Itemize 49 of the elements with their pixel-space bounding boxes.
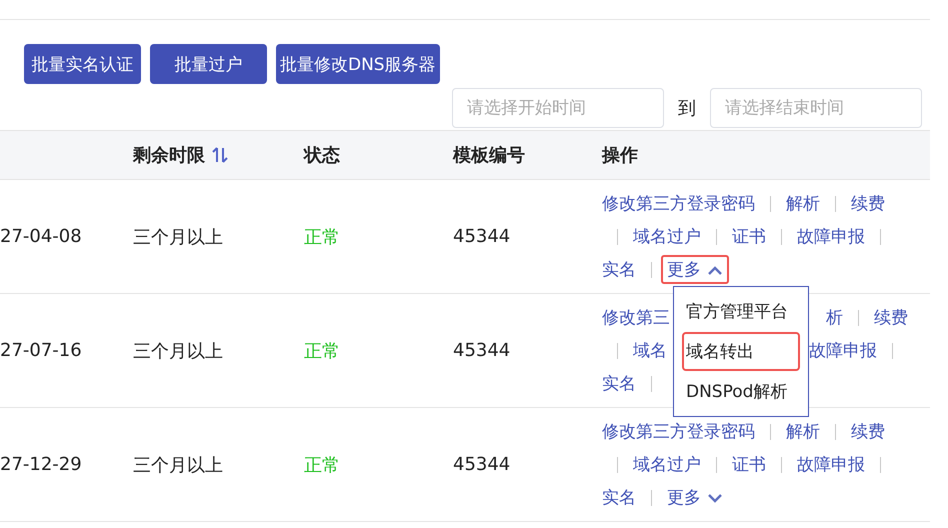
- chevron-down-icon: [707, 492, 723, 502]
- toolbar-button[interactable]: 批量过户: [150, 44, 267, 84]
- action-link[interactable]: 修改第三: [602, 306, 670, 329]
- start-date-field[interactable]: 请选择开始时间: [452, 88, 664, 128]
- action-link[interactable]: 实名: [602, 258, 636, 281]
- toolbar-button[interactable]: 批量实名认证: [24, 44, 141, 84]
- column-header: 剩余时限: [133, 144, 205, 167]
- action-link[interactable]: 域名过户: [633, 225, 701, 248]
- action-link[interactable]: 实名: [602, 486, 636, 509]
- action-link[interactable]: 续费: [851, 420, 885, 443]
- menu-item[interactable]: 官方管理平台: [682, 292, 800, 331]
- menu-item[interactable]: 域名转出: [682, 332, 800, 371]
- action-link[interactable]: 故障申报: [809, 339, 877, 362]
- range-separator: 到: [678, 97, 696, 120]
- action-link[interactable]: 域名过户: [633, 453, 701, 476]
- table-cell: 27-12-29: [0, 454, 82, 475]
- table-cell: 45344: [453, 226, 510, 247]
- action-link[interactable]: 修改第三方登录密码: [602, 420, 755, 443]
- action-link[interactable]: 修改第三方登录密码: [602, 192, 755, 215]
- table-cell: 27-04-08: [0, 226, 82, 247]
- table-cell: 三个月以上: [133, 226, 223, 248]
- action-link[interactable]: 域名: [633, 339, 667, 362]
- action-link[interactable]: 解析: [786, 420, 820, 443]
- column-header: 模板编号: [453, 144, 525, 167]
- table-cell: 45344: [453, 454, 510, 475]
- table-cell: 45344: [453, 340, 510, 361]
- toolbar-button[interactable]: 批量修改DNS服务器: [276, 44, 440, 84]
- table-cell: 三个月以上: [133, 340, 223, 362]
- action-link[interactable]: 析: [826, 306, 843, 329]
- table-cell: 27-07-16: [0, 340, 82, 361]
- column-header: 操作: [602, 144, 638, 167]
- status-text: 正常: [304, 340, 340, 362]
- action-link[interactable]: 证书: [732, 453, 766, 476]
- end-date-field[interactable]: 请选择结束时间: [710, 88, 922, 128]
- status-text: 正常: [304, 454, 340, 476]
- more-button[interactable]: 更多: [661, 483, 729, 512]
- action-link[interactable]: 解析: [786, 192, 820, 215]
- status-text: 正常: [304, 226, 340, 248]
- table-cell: 三个月以上: [133, 454, 223, 476]
- action-link[interactable]: 故障申报: [797, 453, 865, 476]
- action-link[interactable]: 实名: [602, 372, 636, 395]
- action-link[interactable]: 故障申报: [797, 225, 865, 248]
- sort-icon[interactable]: [211, 146, 229, 164]
- action-link[interactable]: 证书: [732, 225, 766, 248]
- menu-item[interactable]: DNSPod解析: [682, 372, 800, 411]
- chevron-up-icon: [707, 264, 723, 274]
- action-link[interactable]: 续费: [851, 192, 885, 215]
- action-link[interactable]: 续费: [874, 306, 908, 329]
- column-header: 状态: [304, 144, 340, 167]
